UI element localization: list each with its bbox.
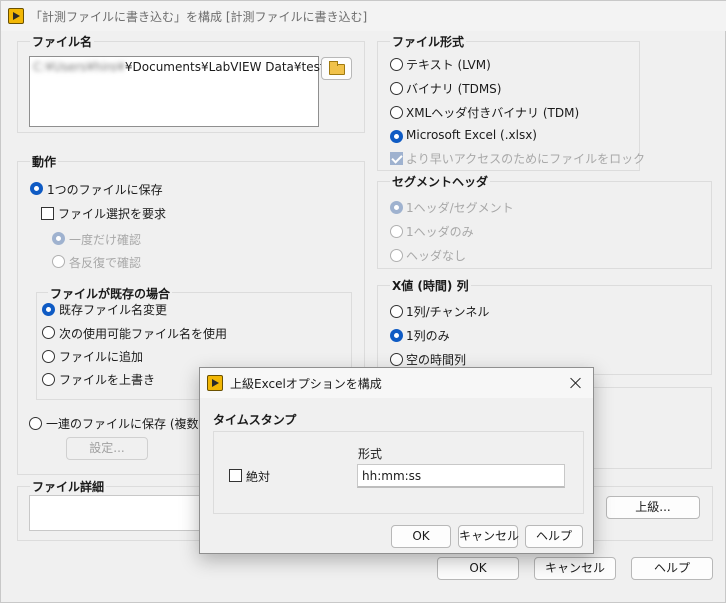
header-per-segment-radio[interactable] xyxy=(390,201,403,214)
dialog-title-bar: 上級Excelオプションを構成 xyxy=(200,368,593,398)
file-path-visible: ¥Documents¥LabVIEW Data¥test.xlsx xyxy=(124,60,353,74)
format-tdms-radio[interactable] xyxy=(390,82,403,95)
lock-file-label: より早いアクセスのためにファイルをロック xyxy=(406,152,646,166)
overwrite-file-radio[interactable] xyxy=(42,373,55,386)
format-input[interactable]: hh:mm:ss xyxy=(357,464,565,488)
rename-existing-label: 既存ファイル名変更 xyxy=(59,303,168,317)
format-label: 形式 xyxy=(358,447,383,461)
append-file-radio[interactable] xyxy=(42,350,55,363)
overwrite-file-label: ファイルを上書き xyxy=(59,373,156,387)
window-title: 「計測ファイルに書き込む」を構成 [計測ファイルに書き込む] xyxy=(30,10,368,24)
lock-file-checkbox[interactable] xyxy=(390,152,403,165)
rename-existing-radio[interactable] xyxy=(42,303,55,316)
absolute-checkbox[interactable] xyxy=(229,469,242,482)
if-exists-label: ファイルが既存の場合 xyxy=(48,285,173,302)
advanced-button[interactable]: 上級... xyxy=(606,496,700,519)
title-bar: 「計測ファイルに書き込む」を構成 [計測ファイルに書き込む] xyxy=(1,1,726,31)
save-single-radio[interactable] xyxy=(30,182,43,195)
format-tdm-label: XMLヘッダ付きバイナリ (TDM) xyxy=(406,106,580,120)
ask-user-checkbox[interactable] xyxy=(41,207,54,220)
segment-header-label: セグメントヘッダ xyxy=(390,173,491,190)
next-available-label: 次の使用可能ファイル名を使用 xyxy=(59,327,228,341)
empty-time-column-radio[interactable] xyxy=(390,353,403,366)
format-lvm-radio[interactable] xyxy=(390,58,403,71)
append-file-label: ファイルに追加 xyxy=(59,350,144,364)
file-format-label: ファイル形式 xyxy=(390,33,467,50)
format-tdms-label: バイナリ (TDMS) xyxy=(406,82,502,96)
format-tdm-radio[interactable] xyxy=(390,106,403,119)
browse-button[interactable] xyxy=(321,57,352,80)
settings-button[interactable]: 設定... xyxy=(66,437,148,460)
dialog-ok-button[interactable]: OK xyxy=(391,525,451,548)
column-per-channel-label: 1列/チャンネル xyxy=(406,305,490,319)
absolute-label: 絶対 xyxy=(246,470,271,484)
file-path-text: C:¥Users¥hiro¥¥Documents¥LabVIEW Data¥te… xyxy=(33,60,352,74)
file-path-blurred: C:¥Users¥hiro¥ xyxy=(33,60,125,74)
x-value-label: X値 (時間) 列 xyxy=(390,277,471,294)
file-details-field xyxy=(29,495,204,531)
file-name-label: ファイル名 xyxy=(30,33,95,50)
empty-time-column-label: 空の時間列 xyxy=(406,353,467,367)
next-available-radio[interactable] xyxy=(42,326,55,339)
one-column-only-label: 1列のみ xyxy=(406,329,450,343)
file-details-label: ファイル詳細 xyxy=(30,478,107,495)
format-xlsx-radio[interactable] xyxy=(390,130,403,143)
format-lvm-label: テキスト (LVM) xyxy=(406,58,491,72)
ask-once-label: 一度だけ確認 xyxy=(69,233,142,247)
dialog-cancel-button[interactable]: キャンセル xyxy=(458,525,519,548)
ok-button[interactable]: OK xyxy=(437,557,519,580)
action-label: 動作 xyxy=(30,153,59,170)
header-only-once-label: 1ヘッダのみ xyxy=(406,225,474,239)
save-series-radio[interactable] xyxy=(29,417,42,430)
header-only-once-radio[interactable] xyxy=(390,225,403,238)
labview-app-icon xyxy=(8,8,24,24)
ask-each-radio[interactable] xyxy=(52,255,65,268)
one-column-only-radio[interactable] xyxy=(390,329,403,342)
help-button[interactable]: ヘルプ xyxy=(631,557,713,580)
format-xlsx-label: Microsoft Excel (.xlsx) xyxy=(406,128,537,142)
labview-app-icon xyxy=(207,375,223,391)
advanced-excel-dialog: 上級Excelオプションを構成 タイムスタンプ 形式 絶対 hh:mm:ss O… xyxy=(199,367,594,554)
folder-open-icon xyxy=(329,61,345,75)
save-single-label: 1つのファイルに保存 xyxy=(47,183,163,197)
timestamp-label: タイムスタンプ xyxy=(213,413,297,427)
header-per-segment-label: 1ヘッダ/セグメント xyxy=(406,201,514,215)
no-header-label: ヘッダなし xyxy=(406,249,467,263)
no-header-radio[interactable] xyxy=(390,249,403,262)
ask-each-label: 各反復で確認 xyxy=(69,256,142,270)
ask-once-radio[interactable] xyxy=(52,232,65,245)
column-per-channel-radio[interactable] xyxy=(390,305,403,318)
file-path-field[interactable]: C:¥Users¥hiro¥¥Documents¥LabVIEW Data¥te… xyxy=(29,56,352,127)
dialog-help-button[interactable]: ヘルプ xyxy=(525,525,583,548)
dialog-title: 上級Excelオプションを構成 xyxy=(230,377,382,391)
ask-user-label: ファイル選択を要求 xyxy=(58,207,167,221)
cancel-button[interactable]: キャンセル xyxy=(534,557,616,580)
close-icon[interactable] xyxy=(567,374,585,392)
